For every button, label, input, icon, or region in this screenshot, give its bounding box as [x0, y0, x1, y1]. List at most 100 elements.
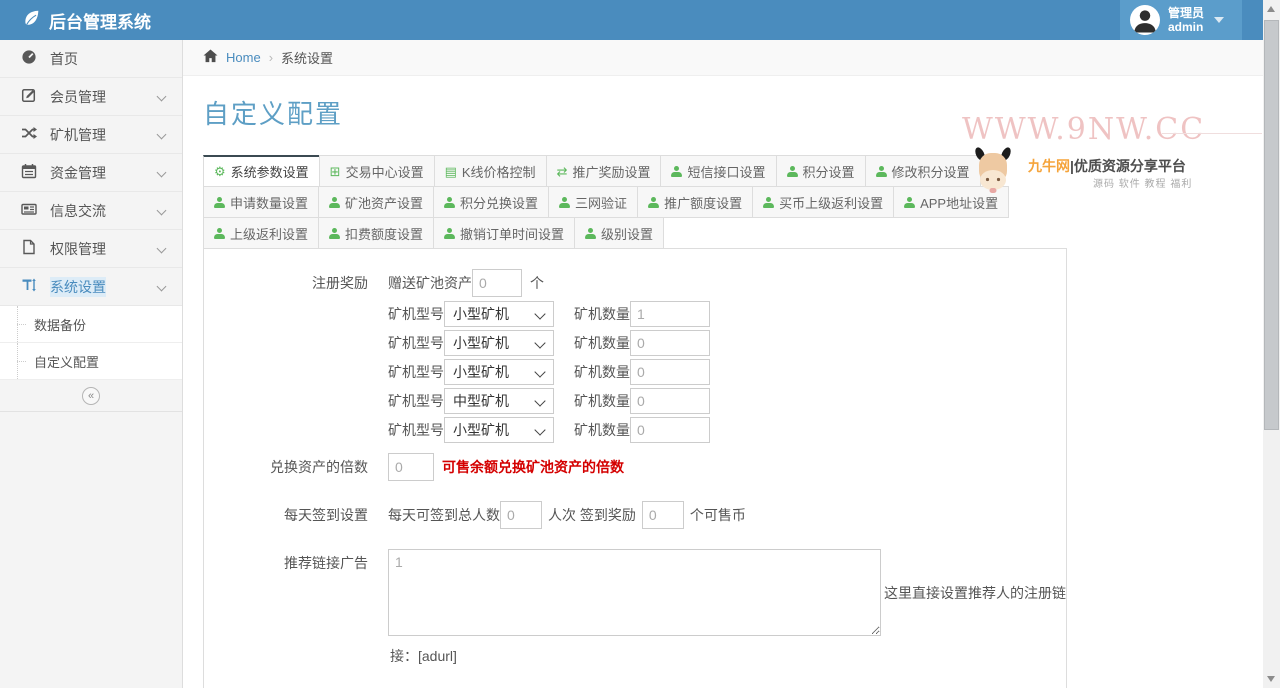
app-logo: 后台管理系统	[0, 8, 151, 33]
sidebar-item-funds[interactable]: 资金管理	[0, 154, 182, 192]
user-icon	[559, 197, 570, 208]
scrollbar-thumb[interactable]	[1264, 20, 1279, 430]
shuffle-icon	[21, 125, 37, 144]
tab-buycoin-rebate[interactable]: 买币上级返利设置	[752, 186, 894, 218]
tab-trade-center[interactable]: ⊞交易中心设置	[319, 155, 435, 187]
machine-qty-input[interactable]	[630, 330, 710, 356]
machine-row: 矿机型号 小型矿机 矿机数量	[388, 417, 1066, 443]
machine-model-select[interactable]: 小型矿机	[444, 417, 554, 443]
user-icon	[329, 197, 340, 208]
tab-level[interactable]: 级别设置	[574, 217, 664, 249]
collapse-sidebar-icon[interactable]: «	[82, 387, 100, 405]
sidebar-item-permissions[interactable]: 权限管理	[0, 230, 182, 268]
sidebar-item-miners[interactable]: 矿机管理	[0, 116, 182, 154]
tab-cancel-order-time[interactable]: 撤销订单时间设置	[433, 217, 575, 249]
plus-square-icon: ⊞	[330, 165, 341, 178]
chevron-down-icon	[1214, 17, 1224, 23]
tab-points[interactable]: 积分设置	[776, 155, 866, 187]
tab-points-edit[interactable]: 修改积分设置	[865, 155, 981, 187]
machine-model-label: 矿机型号	[388, 359, 444, 385]
referral-ad-textarea[interactable]: 1	[388, 549, 881, 636]
tab-kline-price[interactable]: ▤K线价格控制	[434, 155, 547, 187]
machine-qty-input[interactable]	[630, 417, 710, 443]
list-icon: ▤	[445, 165, 457, 178]
tab-upline-rebate[interactable]: 上级返利设置	[203, 217, 319, 249]
referral-ad-row: 推荐链接广告 1 这里直接设置推荐人的注册链	[204, 549, 1066, 636]
gift-asset-label: 赠送矿池资产	[388, 269, 472, 297]
tab-apply-quantity[interactable]: 申请数量设置	[203, 186, 319, 218]
scroll-down-icon[interactable]	[1267, 676, 1275, 682]
machine-model-select[interactable]: 小型矿机	[444, 330, 554, 356]
signin-total-input[interactable]	[500, 501, 542, 529]
bull-mascot-icon	[973, 146, 1013, 199]
user-icon	[329, 228, 340, 239]
user-icon	[671, 166, 682, 177]
referral-ad-hint-row: 接：[adurl]	[204, 642, 1066, 670]
user-icon	[648, 197, 659, 208]
watermark-line	[1162, 133, 1262, 134]
sidebar-subitem-custom-config[interactable]: 自定义配置	[0, 343, 182, 380]
exchange-multiple-input[interactable]	[388, 453, 434, 481]
gift-asset-input[interactable]	[472, 269, 522, 297]
exchange-multiple-row: 兑换资产的倍数 可售余额兑换矿池资产的倍数	[204, 453, 1066, 481]
watermark-url: WWW.9NW.CC	[962, 112, 1205, 147]
tab-triple-net-verify[interactable]: 三网验证	[548, 186, 638, 218]
field-label: 兑换资产的倍数	[204, 453, 368, 481]
machine-row: 矿机型号 小型矿机 矿机数量	[388, 330, 1066, 356]
machine-model-label: 矿机型号	[388, 301, 444, 327]
field-label: 推荐链接广告	[204, 549, 368, 577]
machine-model-select[interactable]: 小型矿机	[444, 359, 554, 385]
signin-reward-input[interactable]	[642, 501, 684, 529]
gears-icon: ⚙	[214, 165, 226, 178]
user-icon	[904, 197, 915, 208]
top-header: 后台管理系统 管理员 admin	[0, 0, 1263, 40]
sidebar-item-messages[interactable]: 信息交流	[0, 192, 182, 230]
machine-row: 矿机型号 小型矿机 矿机数量	[388, 301, 1066, 327]
sidebar-item-system-settings[interactable]: 系统设置	[0, 268, 182, 306]
machine-qty-label: 矿机数量	[574, 330, 630, 356]
tab-system-params[interactable]: ⚙系统参数设置	[203, 155, 320, 187]
machine-qty-input[interactable]	[630, 388, 710, 414]
watermark-brand: 九牛网|优质资源分享平台	[1028, 156, 1186, 176]
field-label: 每天签到设置	[204, 501, 368, 529]
scroll-up-icon[interactable]	[1267, 6, 1275, 12]
exchange-multiple-hint: 可售余额兑换矿池资产的倍数	[442, 453, 624, 481]
text-height-icon	[21, 277, 37, 296]
machine-model-label: 矿机型号	[388, 417, 444, 443]
chevron-down-icon	[157, 92, 167, 102]
chevron-down-icon	[157, 282, 167, 292]
machine-model-select[interactable]: 小型矿机	[444, 301, 554, 327]
tab-sms-api[interactable]: 短信接口设置	[660, 155, 776, 187]
dashboard-icon	[21, 49, 37, 68]
machine-qty-label: 矿机数量	[574, 359, 630, 385]
breadcrumb-home-link[interactable]: Home	[226, 50, 261, 65]
signin-unit-label: 人次 签到奖励	[548, 501, 636, 529]
user-icon	[585, 228, 596, 239]
machine-model-select[interactable]: 中型矿机	[444, 388, 554, 414]
admin-menu[interactable]: 管理员 admin	[1120, 0, 1242, 40]
settings-tabs: ⚙系统参数设置 ⊞交易中心设置 ▤K线价格控制 ⇄推广奖励设置 短信接口设置 积…	[203, 155, 1067, 248]
sidebar-collapse-row: «	[0, 380, 182, 412]
user-icon	[214, 228, 225, 239]
tab-fee-quota[interactable]: 扣费额度设置	[318, 217, 434, 249]
user-name: admin	[1168, 20, 1203, 34]
chevron-down-icon	[157, 244, 167, 254]
tab-points-exchange[interactable]: 积分兑换设置	[433, 186, 549, 218]
machine-row: 矿机型号 中型矿机 矿机数量	[388, 388, 1066, 414]
machine-qty-input[interactable]	[630, 301, 710, 327]
tab-promo-quota[interactable]: 推广额度设置	[637, 186, 753, 218]
machine-qty-label: 矿机数量	[574, 301, 630, 327]
daily-signin-row: 每天签到设置 每天可签到总人数 人次 签到奖励 个可售币	[204, 501, 1066, 529]
sidebar-subitem-data-backup[interactable]: 数据备份	[0, 306, 182, 343]
sidebar-item-members[interactable]: 会员管理	[0, 78, 182, 116]
tab-promo-reward[interactable]: ⇄推广奖励设置	[546, 155, 662, 187]
tab-content-panel: 注册奖励 赠送矿池资产 个 矿机型号 小型矿机 矿机数量 矿机型号 小型矿机 矿…	[203, 248, 1067, 688]
tab-pool-asset[interactable]: 矿池资产设置	[318, 186, 434, 218]
referral-ad-hint: 这里直接设置推荐人的注册链	[884, 583, 1066, 603]
user-icon	[214, 197, 225, 208]
sidebar-item-home[interactable]: 首页	[0, 40, 182, 78]
breadcrumb-current: 系统设置	[281, 48, 333, 67]
machine-qty-input[interactable]	[630, 359, 710, 385]
sidebar-subitem-label: 数据备份	[34, 315, 86, 334]
page-scrollbar[interactable]	[1263, 0, 1280, 688]
